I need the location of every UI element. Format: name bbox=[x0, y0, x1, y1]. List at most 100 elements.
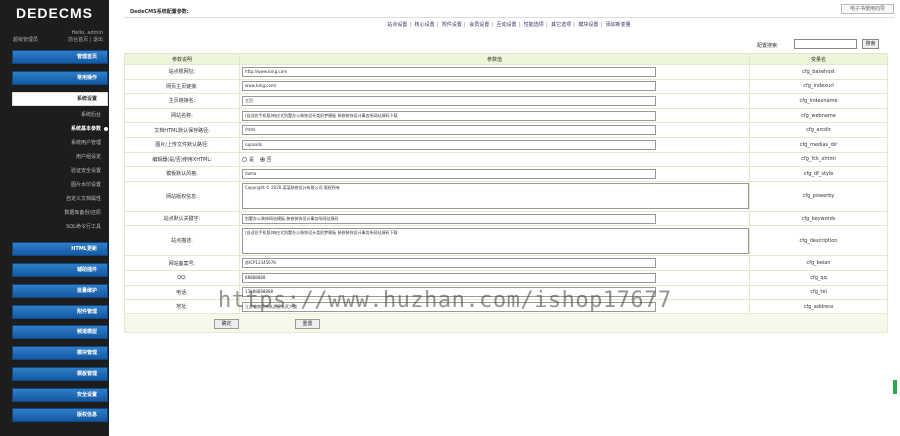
menu-batch[interactable]: 批量维护 bbox=[12, 284, 108, 298]
sub-item-basic-params[interactable]: 系统基本参数 bbox=[12, 123, 103, 135]
row-var: cfg_medias_dir bbox=[749, 136, 888, 153]
user-greeting: Hello, admin bbox=[71, 30, 103, 36]
radio-label-yes: 是 bbox=[249, 156, 255, 163]
menu-html-update[interactable]: HTML更新 bbox=[12, 242, 108, 256]
tab-performance[interactable]: 性能选项 bbox=[524, 22, 544, 28]
reset-button[interactable]: 重置 bbox=[295, 319, 320, 329]
sub-item-backend[interactable]: 系统后台 bbox=[12, 109, 103, 121]
row-var: cfg_fck_xhtml bbox=[749, 151, 888, 168]
medias-dir-input[interactable]: /uploads bbox=[242, 139, 657, 150]
header-value: 参数值 bbox=[239, 53, 751, 65]
tab-attachment[interactable]: 附件设置 bbox=[442, 22, 462, 28]
table-row: 网站版权信息: Copyright © 2020 某某装修设计有限公司 版权所有… bbox=[123, 180, 888, 212]
watermark-text: https://www.huzhan.com/ishop17677 bbox=[218, 288, 672, 313]
row-label: 网站名称: bbox=[123, 107, 241, 124]
row-var: cfg_tel bbox=[749, 284, 888, 301]
arcdir-input[interactable]: /html bbox=[242, 125, 657, 136]
user-bar: 超级管理员 Hello, admin 前台首页 | 退出 bbox=[0, 26, 109, 44]
powerby-textarea[interactable]: Copyright © 2020 某某装修设计有限公司 版权所有 bbox=[242, 183, 750, 210]
row-var: cfg_description bbox=[749, 225, 888, 257]
xhtml-no-radio[interactable] bbox=[259, 156, 265, 162]
xhtml-yes-radio[interactable] bbox=[242, 156, 248, 162]
row-var: cfg_basehost bbox=[749, 64, 888, 80]
menu-templates[interactable]: 模板管理 bbox=[12, 367, 108, 381]
header-var: 变量名 bbox=[749, 53, 888, 65]
table-row: 图片/上传文件默认路径: /uploads cfg_medias_dir bbox=[123, 136, 888, 153]
search-row: 配置搜索: 搜索 bbox=[124, 39, 894, 51]
header-desc: 参数说明 bbox=[123, 53, 241, 65]
menu-home[interactable]: 管理首页 bbox=[12, 50, 108, 64]
menu-system-settings[interactable]: 系统设置 bbox=[12, 92, 108, 106]
table-row: 模板默认风格: dama cfg_df_style bbox=[123, 166, 888, 182]
row-label: 编辑器(是/否)使用XHTML: bbox=[123, 151, 241, 168]
table-row: 编辑器(是/否)使用XHTML: 是 否 cfg_fck_xhtml bbox=[123, 151, 888, 168]
form-actions: 确定 重置 bbox=[124, 313, 888, 333]
menu-attachments[interactable]: 附件管理 bbox=[12, 305, 108, 319]
description-textarea[interactable]: (自适应手机版)响应式别墅办公装饰设计类织梦模板 装修装饰设计事务所网站源码下载 bbox=[242, 227, 750, 254]
menu-copyright[interactable]: 版权信息 bbox=[12, 408, 108, 422]
sub-item-security[interactable]: 验证安全设置 bbox=[12, 165, 103, 177]
webname-input[interactable]: (自适应手机版)响应式别墅办公装饰设计类织梦模板 装修装饰设计事务所网站源码下载 bbox=[242, 110, 657, 121]
row-label: 网站备案号: bbox=[123, 255, 241, 271]
guide-button[interactable]: 电子书使用向导 bbox=[841, 4, 894, 14]
menu-plugins[interactable]: 辅助插件 bbox=[12, 263, 108, 277]
row-var: cfg_beian bbox=[749, 255, 888, 271]
sub-item-groups[interactable]: 用户组设定 bbox=[12, 151, 103, 163]
scroll-handle[interactable] bbox=[893, 380, 897, 394]
menu-channel-model[interactable]: 频道模型 bbox=[12, 325, 108, 339]
row-label: 站点默认关键字: bbox=[123, 210, 241, 227]
keywords-input[interactable]: 别墅办公装饰网站模板,装修装饰设计事务所网站源码 bbox=[242, 213, 657, 224]
row-label: 网站版权信息: bbox=[123, 180, 241, 212]
page-title: DedeCMS系统配置参数: bbox=[130, 9, 189, 15]
sidebar: DEDECMS 超级管理员 Hello, admin 前台首页 | 退出 管理首… bbox=[0, 0, 109, 436]
tab-interaction[interactable]: 互动设置 bbox=[496, 22, 516, 28]
search-button[interactable]: 搜索 bbox=[862, 39, 879, 49]
row-var: cfg_keywords bbox=[749, 210, 888, 227]
table-row: 主页链接名: 主页 cfg_indexname bbox=[123, 93, 888, 109]
tab-site[interactable]: 站点设置 bbox=[387, 22, 407, 28]
row-var: cfg_df_style bbox=[749, 166, 888, 182]
row-var: cfg_indexname bbox=[749, 93, 888, 109]
tab-core[interactable]: 核心设置 bbox=[415, 22, 435, 28]
qq-input[interactable]: 88888888 bbox=[242, 272, 657, 283]
beian-input[interactable]: 苏ICP12345678 bbox=[242, 258, 657, 269]
tab-other[interactable]: 其它选项 bbox=[551, 22, 571, 28]
basehost-input[interactable]: http://www.kskg.com bbox=[242, 66, 657, 77]
menu-security[interactable]: 安全设置 bbox=[12, 388, 108, 402]
sub-item-doc-attr[interactable]: 自定义文档属性 bbox=[12, 193, 103, 205]
tab-module[interactable]: 模块设置 bbox=[578, 22, 598, 28]
tab-member[interactable]: 会员设置 bbox=[469, 22, 489, 28]
table-row: 站点默认关键字: 别墅办公装饰网站模板,装修装饰设计事务所网站源码 cfg_ke… bbox=[123, 210, 888, 227]
search-label: 配置搜索: bbox=[757, 43, 779, 49]
indexurl-input[interactable]: www.kskg.com/ bbox=[242, 81, 657, 92]
menu-modules[interactable]: 模块管理 bbox=[12, 346, 108, 360]
tab-add-variable[interactable]: 添加新变量 bbox=[606, 22, 631, 28]
table-row: 站点根网址: http://www.kskg.com cfg_basehost bbox=[123, 64, 888, 80]
user-role: 超级管理员 bbox=[13, 37, 39, 43]
menu-common[interactable]: 常用操作 bbox=[12, 71, 108, 85]
row-label: 网页主页链接: bbox=[123, 78, 241, 95]
active-marker-icon bbox=[104, 127, 108, 131]
row-var: cfg_indexurl bbox=[749, 78, 888, 95]
search-input[interactable] bbox=[794, 39, 857, 49]
row-var: cfg_powerby bbox=[749, 180, 888, 212]
table-row: 网站备案号: 苏ICP12345678 cfg_beian bbox=[123, 255, 888, 271]
indexname-input[interactable]: 主页 bbox=[242, 95, 657, 106]
config-table: 参数说明 参数值 变量名 站点根网址: http://www.kskg.com … bbox=[123, 53, 888, 315]
row-label: 主页链接名: bbox=[123, 93, 241, 109]
sub-item-db-backup[interactable]: 数据库备份/还原 bbox=[12, 207, 103, 219]
row-var: cfg_webname bbox=[749, 107, 888, 124]
config-tabs: 站点设置 | 核心设置 | 附件设置 | 会员设置 | 互动设置 | 性能选项 | 其它选项… bbox=[387, 22, 631, 28]
df-style-input[interactable]: dama bbox=[242, 168, 657, 179]
table-row: QQ: 88888888 cfg_qq bbox=[123, 269, 888, 286]
sub-item-watermark[interactable]: 图片水印设置 bbox=[12, 179, 103, 191]
sub-item-sql[interactable]: SQL命令行工具 bbox=[12, 221, 103, 233]
sub-item-users[interactable]: 系统用户管理 bbox=[12, 137, 103, 149]
row-var: cfg_qq bbox=[749, 269, 888, 286]
row-label: 图片/上传文件默认路径: bbox=[123, 136, 241, 153]
submit-button[interactable]: 确定 bbox=[214, 319, 239, 329]
user-links[interactable]: 前台首页 | 退出 bbox=[68, 37, 103, 44]
table-row: 站点描述: (自适应手机版)响应式别墅办公装饰设计类织梦模板 装修装饰设计事务所… bbox=[123, 225, 888, 257]
row-var: cfg_arcdir bbox=[749, 122, 888, 138]
radio-label-no: 否 bbox=[266, 156, 272, 163]
